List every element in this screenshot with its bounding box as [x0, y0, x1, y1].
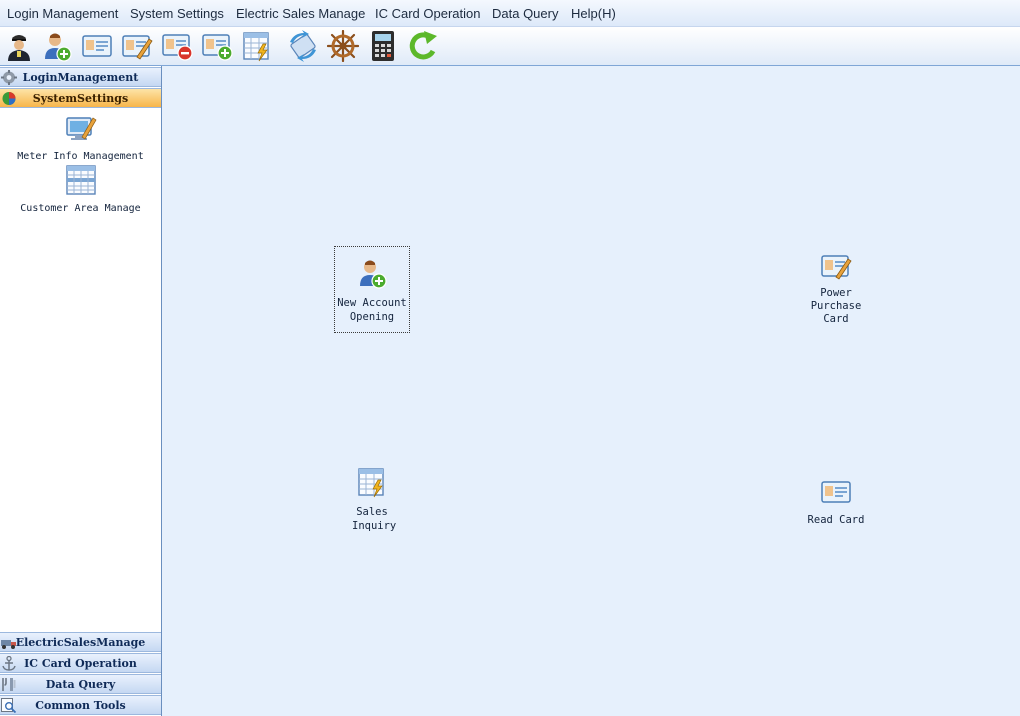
add-user-icon	[45, 33, 72, 62]
tile-read-card-label: Read Card	[807, 514, 865, 526]
left-navigation-panel: LoginManagement SystemSettings Meter Inf…	[0, 66, 162, 716]
tile-new-account-opening[interactable]: New Account Opening	[334, 246, 410, 333]
magnifier-icon	[1, 698, 17, 713]
refresh-icon	[409, 31, 437, 60]
card-remove-icon	[162, 34, 193, 61]
card-add-button[interactable]	[200, 29, 234, 63]
section-electric-sales-manage[interactable]: ElectricSalesManage	[0, 632, 161, 652]
section-data-query[interactable]: Data Query	[0, 674, 161, 694]
tile-read-card[interactable]: Read Card	[798, 478, 874, 527]
section-common-tools[interactable]: Common Tools	[0, 695, 161, 715]
card-edit-icon	[821, 255, 852, 280]
tools-icon	[2, 678, 16, 691]
card-edit-icon	[122, 35, 153, 60]
spreadsheet-power-button[interactable]	[240, 29, 274, 63]
add-user-icon	[360, 260, 387, 289]
section-login-management-label: LoginManagement	[22, 71, 139, 84]
section-common-tools-label: Common Tools	[35, 699, 126, 712]
card-button[interactable]	[80, 29, 114, 63]
tile-power-purchase-card-label: Power Purchase Card	[810, 287, 862, 325]
tile-power-purchase-card[interactable]: Power Purchase Card	[798, 252, 874, 326]
anchor-icon	[2, 656, 16, 671]
tool-customer-area-manage-label: Customer Area Manage	[20, 203, 141, 214]
menu-login-management[interactable]: Login Management	[7, 6, 118, 21]
card-icon	[82, 35, 112, 57]
menu-electric-sales-manage[interactable]: Electric Sales Manage	[236, 6, 365, 21]
menu-data-query[interactable]: Data Query	[492, 6, 558, 21]
officer-button[interactable]	[2, 29, 36, 63]
tile-new-account-opening-label: New Account Opening	[337, 297, 407, 323]
section-system-settings-label: SystemSettings	[32, 92, 129, 105]
add-user-button[interactable]	[40, 29, 74, 63]
section-data-query-label: Data Query	[45, 678, 116, 691]
ship-wheel-icon	[327, 30, 359, 62]
section-login-management[interactable]: LoginManagement	[0, 67, 161, 87]
menu-help[interactable]: Help(H)	[571, 6, 616, 21]
spreadsheet-power-icon	[243, 32, 269, 62]
main-workspace: New Account Opening Power Purchase Card …	[162, 66, 1020, 716]
card-remove-button[interactable]	[160, 29, 194, 63]
pie-chart-icon	[2, 92, 16, 105]
officer-icon	[8, 35, 30, 61]
refresh-button[interactable]	[406, 29, 440, 63]
section-ic-card-operation-label: IC Card Operation	[24, 657, 137, 670]
grid-table-icon	[65, 165, 96, 195]
menu-bar: Login Management System Settings Electri…	[0, 0, 1020, 27]
section-ic-card-operation[interactable]: IC Card Operation	[0, 653, 161, 673]
truck-icon	[1, 640, 16, 649]
calculator-icon	[372, 31, 394, 61]
section-system-settings[interactable]: SystemSettings	[0, 88, 161, 108]
toolbar	[0, 27, 1020, 66]
tool-customer-area-manage[interactable]: Customer Area Manage	[0, 164, 161, 214]
card-swap-icon	[290, 30, 316, 62]
ship-wheel-button[interactable]	[326, 29, 360, 63]
tool-meter-info-management-label: Meter Info Management	[17, 151, 144, 162]
card-icon	[821, 481, 851, 503]
section-electric-sales-manage-label: ElectricSalesManage	[15, 636, 146, 649]
monitor-edit-icon	[65, 117, 96, 140]
gear-icon	[1, 70, 17, 85]
card-swap-button[interactable]	[286, 29, 320, 63]
menu-ic-card-operation[interactable]: IC Card Operation	[375, 6, 481, 21]
card-add-icon	[202, 34, 233, 61]
tile-sales-inquiry[interactable]: Sales Inquiry	[334, 466, 410, 533]
tile-sales-inquiry-label: Sales Inquiry	[352, 506, 397, 532]
calculator-button[interactable]	[366, 29, 400, 63]
spreadsheet-power-icon	[358, 468, 384, 498]
tool-meter-info-management[interactable]: Meter Info Management	[0, 112, 161, 162]
card-edit-button[interactable]	[120, 29, 154, 63]
menu-system-settings[interactable]: System Settings	[130, 6, 224, 21]
